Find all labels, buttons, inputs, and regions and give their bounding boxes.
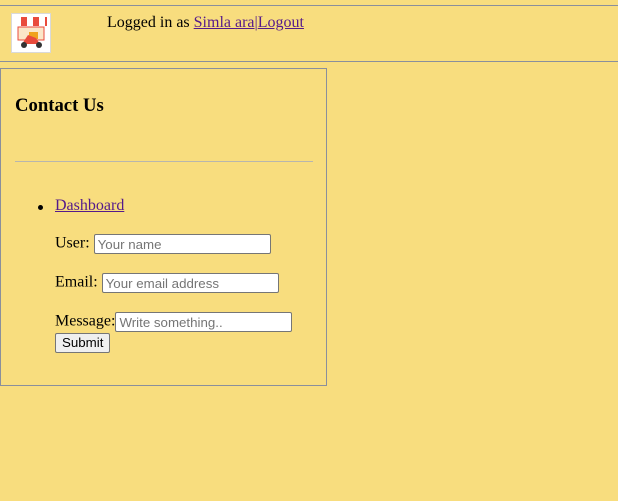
page-title: Contact Us <box>15 95 104 116</box>
email-row: Email: <box>55 273 279 293</box>
email-input[interactable] <box>101 273 279 293</box>
logo-graphic <box>15 17 47 48</box>
delivery-scooter-logo-icon <box>11 13 51 53</box>
contact-panel: Contact Us Dashboard User: Email: Messag… <box>0 68 327 386</box>
message-input[interactable] <box>115 312 293 332</box>
user-input[interactable] <box>93 234 271 254</box>
logout-link[interactable]: Logout <box>258 14 304 31</box>
message-label: Message: <box>55 312 116 330</box>
submit-button[interactable]: Submit <box>55 333 111 353</box>
email-label: Email: <box>55 273 98 291</box>
logged-in-prefix: Logged in as <box>107 14 194 31</box>
user-name-link[interactable]: Simla ara <box>194 14 255 31</box>
user-label: User: <box>55 234 90 252</box>
list-bullet <box>38 205 43 210</box>
login-status: Logged in as Simla ara|Logout <box>107 14 304 32</box>
message-row: Message: <box>55 312 293 332</box>
user-row: User: <box>55 234 271 254</box>
dashboard-link[interactable]: Dashboard <box>55 197 124 215</box>
top-header: Logged in as Simla ara|Logout <box>0 5 618 62</box>
title-divider <box>15 161 313 162</box>
